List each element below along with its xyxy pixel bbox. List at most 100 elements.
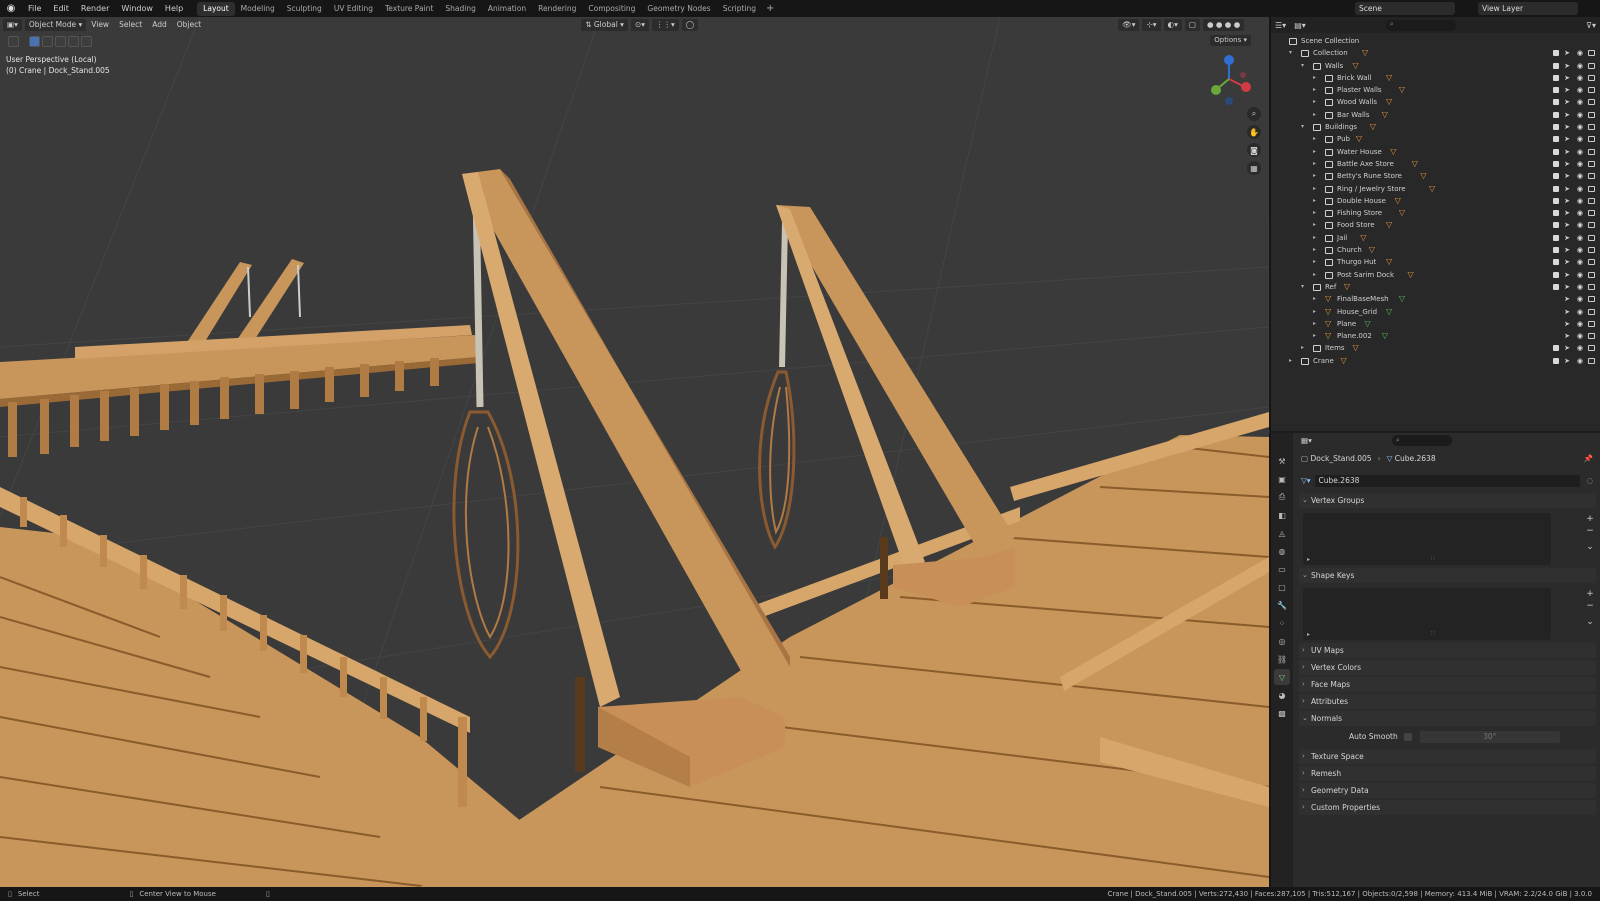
- collapse-arrow-icon[interactable]: ▸: [1313, 183, 1321, 195]
- collapse-arrow-icon[interactable]: ▸: [1313, 146, 1321, 158]
- shape-key-menu-icon[interactable]: ⌄: [1584, 616, 1596, 628]
- render-camera-icon[interactable]: [1588, 173, 1595, 180]
- eye-icon[interactable]: ◉: [1577, 72, 1583, 84]
- material-tab-icon[interactable]: ◕: [1274, 687, 1290, 703]
- collapse-arrow-icon[interactable]: ▸: [1313, 330, 1321, 342]
- editor-type-button[interactable]: ▣▾: [3, 18, 22, 31]
- world-tab-icon[interactable]: ◍: [1274, 543, 1290, 559]
- selectable-icon[interactable]: ➤: [1564, 293, 1570, 305]
- collapse-arrow-icon[interactable]: ▸: [1313, 96, 1321, 108]
- tab-animation[interactable]: Animation: [482, 2, 532, 16]
- outliner-row[interactable]: ▸ ▽ House_Grid ▽ ➤ ◉: [1271, 306, 1600, 318]
- list-expand-icon[interactable]: ▸: [1307, 631, 1310, 638]
- collapse-arrow-icon[interactable]: ▸: [1313, 244, 1321, 256]
- menu-window[interactable]: Window: [115, 0, 159, 17]
- fake-user-icon[interactable]: ◌: [1586, 473, 1593, 488]
- collapse-arrow-icon[interactable]: ▸: [1313, 72, 1321, 84]
- outliner-row[interactable]: ▸ Battle Axe Store ▽ ➤ ◉: [1271, 158, 1600, 170]
- panel-normals[interactable]: ⌄ Normals: [1299, 711, 1596, 726]
- exclude-checkbox[interactable]: [1553, 111, 1559, 118]
- tool-icon[interactable]: [8, 36, 19, 47]
- collapse-arrow-icon[interactable]: ▸: [1301, 342, 1309, 354]
- eye-icon[interactable]: ◉: [1577, 109, 1583, 121]
- texture-tab-icon[interactable]: ▩: [1274, 705, 1290, 721]
- eye-icon[interactable]: ◉: [1577, 60, 1583, 72]
- panel-uv-maps[interactable]: › UV Maps: [1299, 643, 1596, 658]
- vertex-group-list[interactable]: ▸ ∷: [1303, 513, 1551, 565]
- add-workspace-icon[interactable]: +: [762, 3, 778, 14]
- render-camera-icon[interactable]: [1588, 234, 1595, 241]
- auto-smooth-checkbox[interactable]: [1403, 732, 1412, 741]
- properties-editor[interactable]: ⚒ ▣ ⎙ ◧ ◬ ◍ ▭ ▢ 🔧 ⁘ ◎ ⛓ ▽ ◕ ▩ ▦▾ ⌕ ▢ Doc…: [1269, 433, 1600, 887]
- outliner-row[interactable]: ▸ Food Store ▽ ➤ ◉: [1271, 219, 1600, 231]
- select-invert-icon[interactable]: [68, 36, 79, 47]
- render-camera-icon[interactable]: [1588, 320, 1595, 327]
- overlay-toggle-icon[interactable]: ◐▾: [1163, 18, 1182, 31]
- collapse-arrow-icon[interactable]: ▸: [1313, 269, 1321, 281]
- ortho-grid-icon[interactable]: ▦: [1247, 161, 1261, 175]
- outliner-row[interactable]: ▸ Betty's Rune Store ▽ ➤ ◉: [1271, 170, 1600, 182]
- selectable-icon[interactable]: ➤: [1564, 232, 1570, 244]
- expand-arrow-icon[interactable]: ▾: [1301, 281, 1309, 293]
- eye-icon[interactable]: ◉: [1577, 47, 1583, 59]
- render-camera-icon[interactable]: [1588, 357, 1595, 364]
- render-camera-icon[interactable]: [1588, 111, 1595, 118]
- outliner-row[interactable]: ▸ Double House ▽ ➤ ◉: [1271, 195, 1600, 207]
- collapse-arrow-icon[interactable]: ▸: [1313, 306, 1321, 318]
- selectable-icon[interactable]: ➤: [1564, 244, 1570, 256]
- render-camera-icon[interactable]: [1588, 185, 1595, 192]
- vertex-group-menu-icon[interactable]: ⌄: [1584, 541, 1596, 553]
- mesh-data-tab-icon[interactable]: ▽: [1274, 669, 1290, 685]
- render-camera-icon[interactable]: [1588, 345, 1595, 352]
- render-camera-icon[interactable]: [1588, 74, 1595, 81]
- eye-icon[interactable]: ◉: [1577, 219, 1583, 231]
- render-camera-icon[interactable]: [1588, 222, 1595, 229]
- eye-icon[interactable]: ◉: [1577, 170, 1583, 182]
- eye-icon[interactable]: ◉: [1577, 96, 1583, 108]
- collapse-arrow-icon[interactable]: ▸: [1313, 195, 1321, 207]
- eye-icon[interactable]: ◉: [1577, 318, 1583, 330]
- tab-scripting[interactable]: Scripting: [717, 2, 762, 16]
- outliner-row[interactable]: ▾ Collection ▽ ➤ ◉: [1271, 47, 1600, 59]
- collapse-arrow-icon[interactable]: ▸: [1313, 170, 1321, 182]
- exclude-checkbox[interactable]: [1553, 185, 1559, 192]
- panel-shape-keys[interactable]: ⌄ Shape Keys: [1299, 568, 1596, 583]
- collapse-arrow-icon[interactable]: ▸: [1313, 232, 1321, 244]
- select-extend-icon[interactable]: [42, 36, 53, 47]
- exclude-checkbox[interactable]: [1553, 99, 1559, 106]
- selectable-icon[interactable]: ➤: [1564, 281, 1570, 293]
- mesh-browse-icon[interactable]: ▽▾: [1301, 473, 1311, 488]
- render-camera-icon[interactable]: [1588, 259, 1595, 266]
- selectable-icon[interactable]: ➤: [1564, 219, 1570, 231]
- eye-icon[interactable]: ◉: [1577, 293, 1583, 305]
- zoom-icon[interactable]: ⌕: [1247, 107, 1261, 121]
- selectable-icon[interactable]: ➤: [1564, 330, 1570, 342]
- navigation-gizmo[interactable]: [1205, 53, 1257, 107]
- menu-object[interactable]: Object: [172, 20, 206, 29]
- render-camera-icon[interactable]: [1588, 124, 1595, 131]
- scene-render[interactable]: [0, 17, 1269, 887]
- outliner-row[interactable]: ▸ Church ▽ ➤ ◉: [1271, 244, 1600, 256]
- outliner-row[interactable]: ▸ Items ▽ ➤ ◉: [1271, 342, 1600, 354]
- eye-icon[interactable]: ◉: [1577, 146, 1583, 158]
- gizmo-toggle-icon[interactable]: ⊹▾: [1142, 18, 1161, 31]
- outliner-row[interactable]: ▾ Buildings ▽ ➤ ◉: [1271, 121, 1600, 133]
- panel-face-maps[interactable]: › Face Maps: [1299, 677, 1596, 692]
- collapse-arrow-icon[interactable]: ▸: [1313, 158, 1321, 170]
- selectable-icon[interactable]: ➤: [1564, 96, 1570, 108]
- panel-custom-properties[interactable]: › Custom Properties: [1299, 800, 1596, 815]
- selectable-icon[interactable]: ➤: [1564, 183, 1570, 195]
- outliner-row[interactable]: ▸ Crane ▽ ➤ ◉: [1271, 355, 1600, 367]
- proportional-edit-icon[interactable]: ◯: [681, 18, 699, 31]
- remove-vertex-group-icon[interactable]: −: [1584, 525, 1596, 537]
- tab-rendering[interactable]: Rendering: [532, 2, 582, 16]
- render-camera-icon[interactable]: [1588, 308, 1595, 315]
- list-grip-icon[interactable]: ∷: [1431, 630, 1435, 637]
- expand-arrow-icon[interactable]: ▾: [1301, 121, 1309, 133]
- outliner-editor-icon[interactable]: ☰▾: [1275, 21, 1286, 30]
- panel-vertex-groups[interactable]: ⌄ Vertex Groups: [1299, 493, 1596, 508]
- exclude-checkbox[interactable]: [1553, 197, 1559, 204]
- outliner-row[interactable]: ▸ ▽ Plane ▽ ➤ ◉: [1271, 318, 1600, 330]
- tab-layout[interactable]: Layout: [197, 1, 235, 16]
- orientation-selector[interactable]: ⇅ Global ▾: [581, 18, 628, 31]
